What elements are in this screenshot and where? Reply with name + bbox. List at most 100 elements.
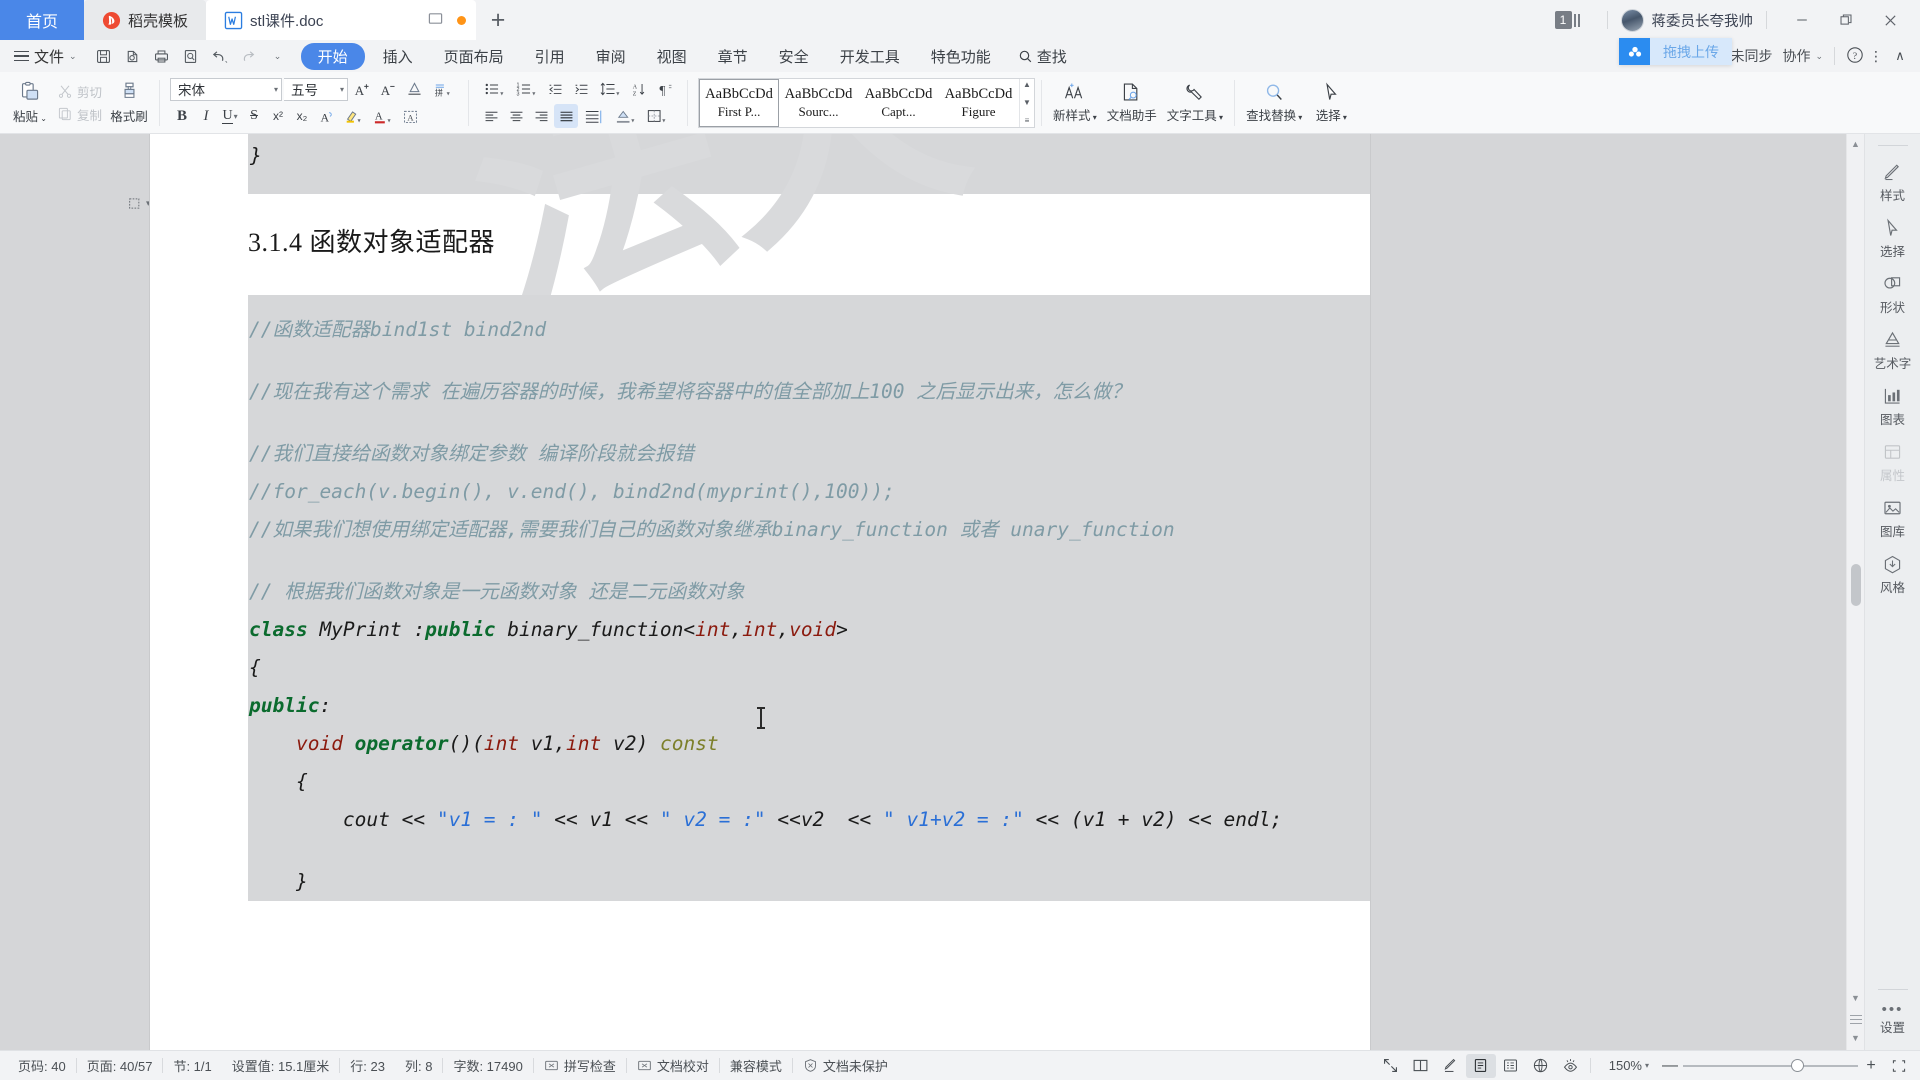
- tab-restore-icon[interactable]: [428, 11, 443, 30]
- status-protection[interactable]: 文档未保护: [793, 1056, 898, 1075]
- tab-insert[interactable]: 插入: [370, 43, 426, 70]
- tab-section[interactable]: 章节: [705, 43, 761, 70]
- web-view-icon[interactable]: [1526, 1054, 1556, 1078]
- sidebar-item-select[interactable]: 选择: [1865, 210, 1920, 266]
- char-border-button[interactable]: A: [398, 104, 422, 128]
- shrink-font-button[interactable]: A: [376, 77, 400, 101]
- print-preview-icon[interactable]: [120, 43, 146, 69]
- tab-references[interactable]: 引用: [522, 43, 578, 70]
- show-marks-button[interactable]: ¶: [653, 77, 677, 101]
- pinyin-guide-button[interactable]: 拼 ▾: [428, 77, 458, 101]
- edit-pen-icon[interactable]: [1436, 1054, 1466, 1078]
- drag-upload-tooltip[interactable]: 拖拽上传: [1619, 38, 1732, 65]
- tab-developer-tools[interactable]: 开发工具: [827, 43, 913, 70]
- maximize-restore-button[interactable]: [1824, 0, 1868, 40]
- align-center-button[interactable]: [504, 104, 528, 128]
- tab-stl-document[interactable]: stl课件.doc: [206, 0, 477, 40]
- sidebar-item-gallery[interactable]: 图库: [1865, 490, 1920, 546]
- print-icon[interactable]: [149, 43, 175, 69]
- text-effects-button[interactable]: A: [314, 104, 338, 128]
- justify-button[interactable]: [554, 104, 579, 128]
- minimize-button[interactable]: [1780, 0, 1824, 40]
- borders-button[interactable]: ▾: [641, 104, 671, 128]
- avatar[interactable]: [1620, 8, 1644, 32]
- clear-format-button[interactable]: [402, 77, 426, 101]
- notification-badge[interactable]: 1: [1554, 11, 1572, 29]
- decrease-indent-button[interactable]: [543, 77, 567, 101]
- status-row[interactable]: 行: 23: [340, 1056, 395, 1075]
- vertical-scrollbar[interactable]: ▲ ▼ ▼: [1846, 134, 1864, 1050]
- sidebar-item-styles[interactable]: 样式: [1865, 154, 1920, 210]
- style-cell-first-paragraph[interactable]: AaBbCcDd First P...: [699, 78, 780, 127]
- strikethrough-button[interactable]: S: [242, 104, 266, 128]
- outline-view-icon[interactable]: [1496, 1054, 1526, 1078]
- format-painter-button[interactable]: 格式刷: [105, 81, 153, 125]
- fit-page-icon[interactable]: [1884, 1054, 1914, 1078]
- code-block[interactable]: //函数适配器bind1st bind2nd //现在我有这个需求 在遍历容器的…: [248, 295, 1370, 901]
- ribbon-find-button[interactable]: 查找: [1018, 46, 1067, 67]
- eye-protect-icon[interactable]: [1556, 1054, 1586, 1078]
- zoom-slider-knob[interactable]: [1791, 1059, 1804, 1072]
- line-spacing-button[interactable]: ▾: [595, 77, 625, 101]
- tab-review[interactable]: 审阅: [583, 43, 639, 70]
- style-cell-caption[interactable]: AaBbCcDd Capt...: [859, 79, 939, 127]
- increase-indent-button[interactable]: [569, 77, 593, 101]
- tab-view[interactable]: 视图: [644, 43, 700, 70]
- sort-button[interactable]: AZ: [627, 77, 651, 101]
- undo-icon[interactable]: [207, 43, 233, 69]
- zoom-level[interactable]: 150% ▾: [1609, 1058, 1649, 1073]
- shading-button[interactable]: ▾: [610, 104, 640, 128]
- subscript-button[interactable]: x₂: [290, 104, 314, 128]
- collapse-ribbon-button[interactable]: ∧: [1888, 48, 1912, 64]
- scroll-down-icon[interactable]: ▼: [1851, 990, 1860, 1006]
- doc-assistant-button[interactable]: 文档助手: [1102, 81, 1162, 124]
- save-icon[interactable]: [91, 43, 117, 69]
- cut-button[interactable]: 剪切: [54, 81, 105, 102]
- redo-icon[interactable]: [236, 43, 262, 69]
- fullscreen-icon[interactable]: [1376, 1054, 1406, 1078]
- zoom-slider[interactable]: [1683, 1059, 1858, 1073]
- status-section[interactable]: 节: 1/1: [163, 1056, 221, 1075]
- align-right-button[interactable]: [529, 104, 553, 128]
- zoom-out-button[interactable]: —: [1657, 1057, 1683, 1075]
- scroll-down-icon[interactable]: ▼: [1023, 98, 1031, 107]
- more-options-button[interactable]: ⋮: [1864, 48, 1888, 65]
- status-proofread[interactable]: 文档校对: [627, 1056, 719, 1075]
- scroll-next-page-icon[interactable]: ▼: [1851, 1030, 1860, 1046]
- grow-font-button[interactable]: A: [350, 77, 374, 101]
- italic-button[interactable]: I: [194, 104, 218, 128]
- zoom-in-button[interactable]: +: [1858, 1057, 1884, 1075]
- tab-docer-template[interactable]: 稻壳模板: [84, 0, 207, 40]
- tab-page-layout[interactable]: 页面布局: [431, 43, 517, 70]
- scrollbar-thumb[interactable]: [1851, 564, 1861, 606]
- copy-button[interactable]: 复制: [54, 104, 105, 125]
- distribute-button[interactable]: [579, 104, 609, 128]
- new-style-button[interactable]: 新样式 ▾: [1048, 81, 1102, 124]
- tab-home[interactable]: 首页: [0, 0, 85, 40]
- underline-button[interactable]: U ▾: [218, 104, 242, 128]
- object-anchor-icon[interactable]: ▾: [128, 196, 151, 211]
- sidebar-item-theme[interactable]: 风格: [1865, 546, 1920, 602]
- font-size-combo[interactable]: 五号 ▾: [284, 77, 349, 101]
- file-menu-button[interactable]: 文件 ⌄: [10, 46, 85, 67]
- gallery-scroll[interactable]: ▲ ▼ ≡: [1019, 78, 1035, 127]
- tab-security[interactable]: 安全: [766, 43, 822, 70]
- sidebar-item-wordart[interactable]: 艺术字: [1865, 322, 1920, 378]
- tab-start[interactable]: 开始: [300, 42, 365, 70]
- paste-button[interactable]: 粘贴 ⌄: [6, 81, 54, 125]
- tab-special-features[interactable]: 特色功能: [918, 43, 1004, 70]
- sidebar-item-settings[interactable]: ••• 设置: [1865, 998, 1920, 1051]
- document-page[interactable]: 法大 } 3.1.4 函数对象适配器 //函数适配器bind1st bind2n…: [150, 134, 1370, 1050]
- collaborate-button[interactable]: 协作 ⌄: [1782, 46, 1823, 66]
- help-button[interactable]: ?: [1846, 46, 1864, 67]
- scroll-up-icon[interactable]: ▲: [1851, 136, 1860, 152]
- style-cell-source[interactable]: AaBbCcDd Sourc...: [779, 79, 859, 127]
- sidebar-item-chart[interactable]: 图表: [1865, 378, 1920, 434]
- status-word-count[interactable]: 字数: 17490: [443, 1056, 532, 1075]
- select-button[interactable]: 选择 ▾: [1307, 81, 1355, 124]
- two-page-view-icon[interactable]: [1406, 1054, 1436, 1078]
- status-compat-mode[interactable]: 兼容模式: [720, 1056, 792, 1075]
- status-setting-value[interactable]: 设置值: 15.1厘米: [222, 1056, 340, 1075]
- page-view-icon[interactable]: [1465, 1053, 1496, 1078]
- scroll-up-icon[interactable]: ▲: [1023, 80, 1031, 89]
